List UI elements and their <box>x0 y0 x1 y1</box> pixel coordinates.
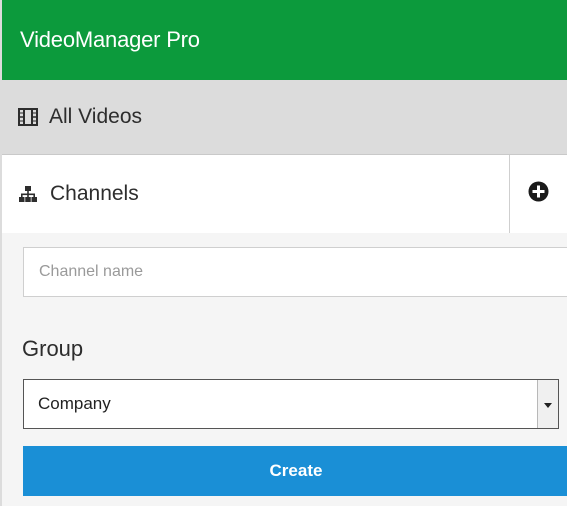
app-window: VideoManager Pro All Videos Channels Cha… <box>0 0 567 506</box>
channel-name-input[interactable] <box>23 247 567 297</box>
app-header: VideoManager Pro <box>2 0 567 80</box>
channels-row: Channels <box>2 155 567 233</box>
create-channel-form: Group Company Create <box>2 233 567 506</box>
create-button[interactable]: Create <box>23 446 567 496</box>
nav-item-channels-label: Channels <box>50 182 139 205</box>
film-icon <box>18 108 38 126</box>
nav-item-all-videos[interactable]: All Videos <box>2 80 567 155</box>
app-title: VideoManager Pro <box>20 27 200 52</box>
caret-down-icon <box>544 395 552 413</box>
sitemap-icon <box>18 184 38 204</box>
add-channel-button[interactable] <box>509 155 567 233</box>
group-select-value: Company <box>38 394 111 413</box>
group-label: Group <box>22 336 84 361</box>
group-select[interactable]: Company <box>23 379 559 429</box>
nav-item-all-videos-label: All Videos <box>49 105 143 128</box>
select-arrow-button[interactable] <box>537 380 558 428</box>
nav-item-channels[interactable]: Channels <box>2 155 509 233</box>
plus-circle-icon <box>528 181 549 207</box>
